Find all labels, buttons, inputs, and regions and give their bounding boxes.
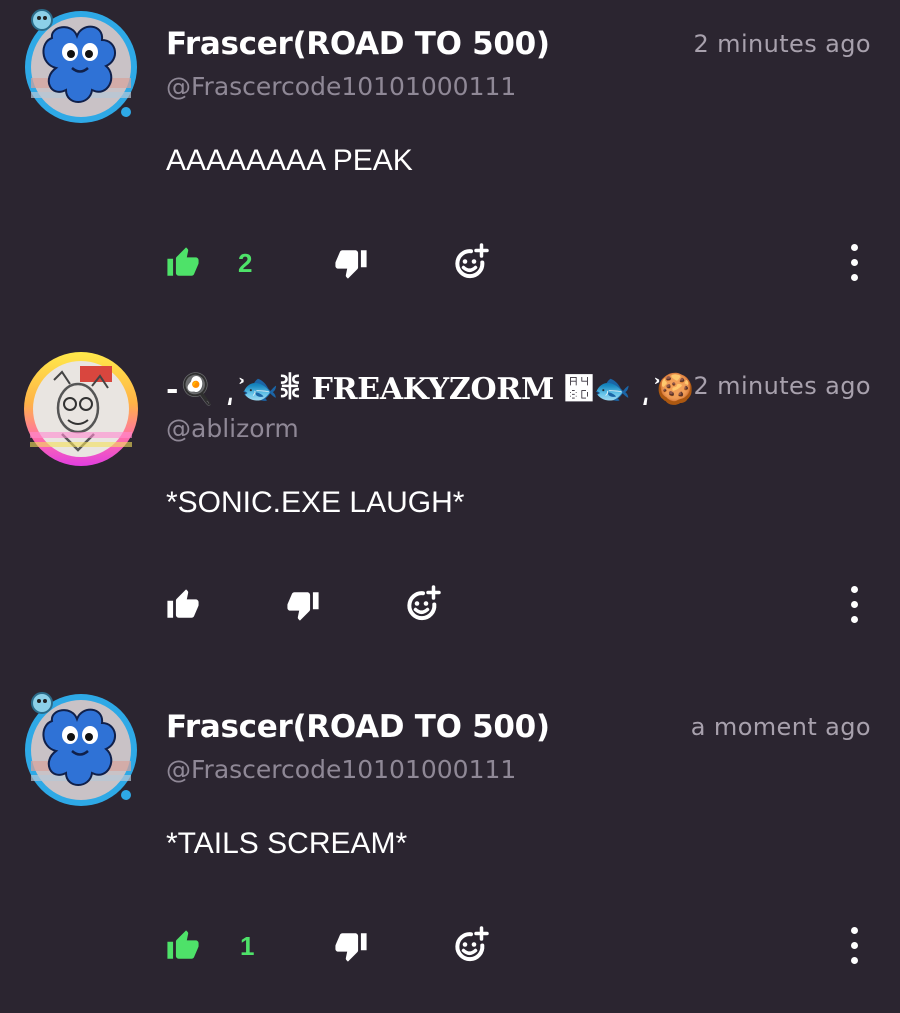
emoji-add-icon xyxy=(450,243,490,283)
comment-author-handle[interactable]: @Frascercode10101000111 xyxy=(166,72,516,101)
dislike-button[interactable] xyxy=(334,919,368,973)
thumb-up-icon xyxy=(166,929,200,963)
emoji-add-icon xyxy=(402,585,442,625)
comment-actions: 1 xyxy=(0,919,900,973)
comment-author-handle[interactable]: @Frascercode10101000111 xyxy=(166,755,516,784)
comment-author-name[interactable]: -🍳 ͵ ͐🐟ꒌ FREAKYZORM ꒍🐟 ͵ ͐🍪 xyxy=(166,368,694,407)
comment-timestamp: 2 minutes ago xyxy=(693,372,871,400)
like-button[interactable] xyxy=(166,578,200,632)
thumb-up-icon xyxy=(166,246,200,280)
comment-text: *SONIC.EXE LAUGH* xyxy=(166,486,465,519)
thumb-down-icon xyxy=(286,588,320,622)
thumb-down-icon xyxy=(334,929,368,963)
comment-author-handle[interactable]: @ablizorm xyxy=(166,414,299,443)
emoji-add-icon xyxy=(450,926,490,966)
like-count-label: 1 xyxy=(240,930,255,961)
comment-text: *TAILS SCREAM* xyxy=(166,827,408,860)
more-options-icon[interactable] xyxy=(846,244,864,282)
comment-item: Frascer(ROAD TO 500) @Frascercode1010100… xyxy=(0,0,900,330)
comment-item: -🍳 ͵ ͐🐟ꒌ FREAKYZORM ꒍🐟 ͵ ͐🍪 @ablizorm 2 … xyxy=(0,342,900,672)
dislike-button[interactable] xyxy=(334,236,368,290)
like-count: 1 xyxy=(240,919,254,973)
comment-timestamp: 2 minutes ago xyxy=(693,30,871,58)
blue-creature-avatar-icon[interactable] xyxy=(22,691,140,809)
thumb-down-icon xyxy=(334,246,368,280)
add-reaction-button[interactable] xyxy=(402,578,442,632)
comment-actions xyxy=(0,578,900,632)
more-options-icon[interactable] xyxy=(846,927,864,965)
like-button[interactable] xyxy=(166,919,200,973)
add-reaction-button[interactable] xyxy=(450,919,490,973)
thumb-up-icon xyxy=(166,588,200,622)
more-options-icon[interactable] xyxy=(846,586,864,624)
comment-author-name[interactable]: Frascer(ROAD TO 500) xyxy=(166,709,550,745)
sketch-drawing-avatar-icon[interactable] xyxy=(22,350,140,468)
dislike-button[interactable] xyxy=(286,578,320,632)
like-count: 2 xyxy=(238,236,252,290)
like-button[interactable] xyxy=(166,236,200,290)
blue-creature-avatar-icon[interactable] xyxy=(22,8,140,126)
comment-item: Frascer(ROAD TO 500) @Frascercode1010100… xyxy=(0,683,900,1013)
comment-actions: 2 xyxy=(0,236,900,290)
like-count-label: 2 xyxy=(238,247,253,278)
comment-timestamp: a moment ago xyxy=(690,713,871,741)
comment-author-name[interactable]: Frascer(ROAD TO 500) xyxy=(166,26,550,62)
add-reaction-button[interactable] xyxy=(450,236,490,290)
comment-text: AAAAAAAA PEAK xyxy=(166,144,413,177)
